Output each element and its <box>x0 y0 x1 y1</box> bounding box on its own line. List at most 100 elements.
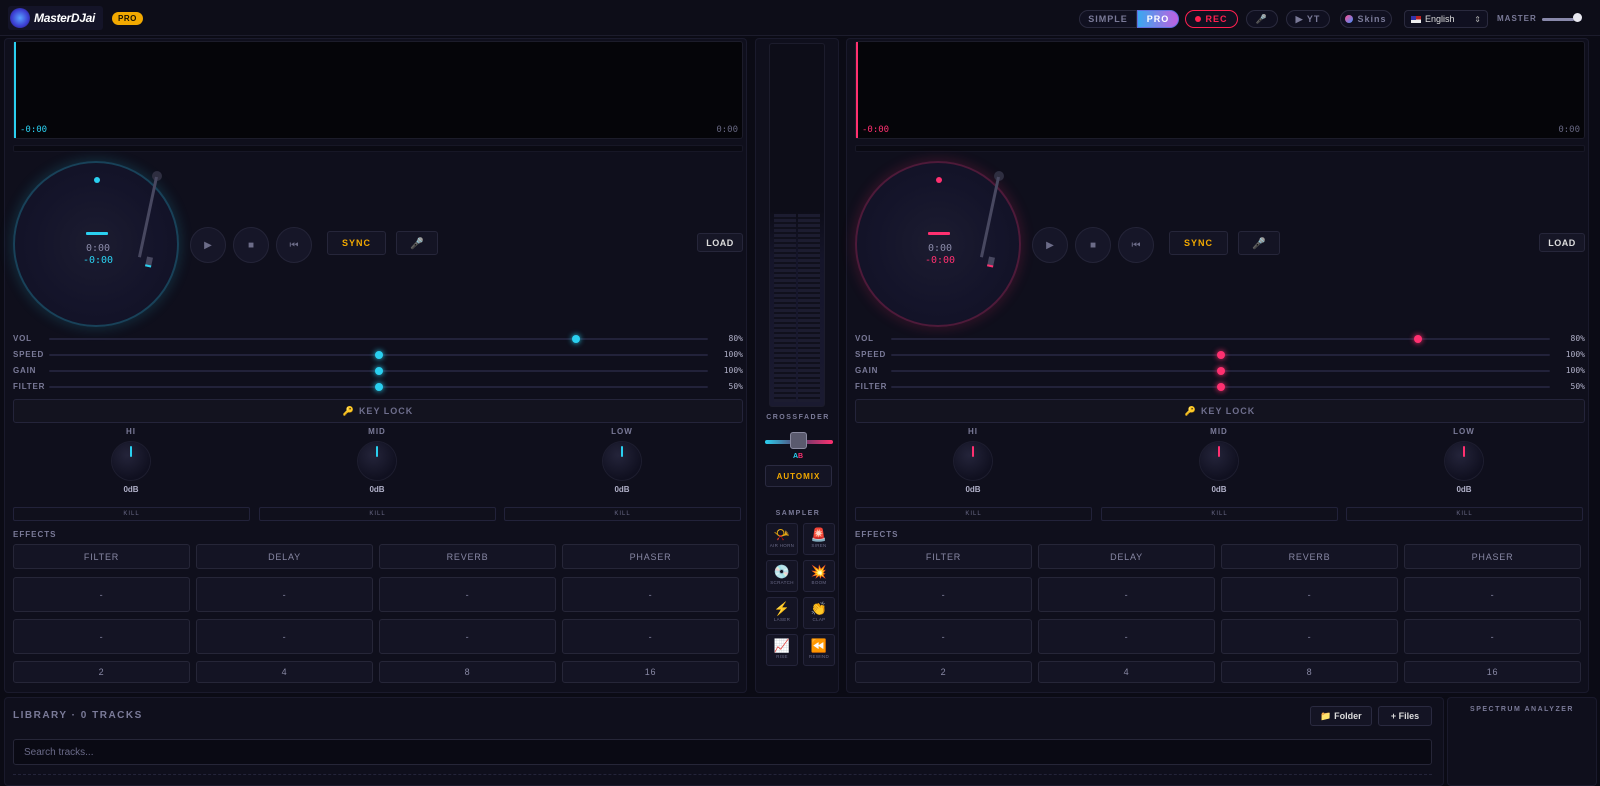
effect-reverb-button[interactable]: REVERB <box>1221 544 1398 569</box>
record-button[interactable]: REC <box>1185 10 1238 28</box>
effect-phaser-button[interactable]: PHASER <box>1404 544 1581 569</box>
youtube-button[interactable]: ▶ YT <box>1286 10 1330 28</box>
effect-slot-row2[interactable]: - <box>196 619 373 654</box>
effect-slot-row2[interactable]: - <box>562 619 739 654</box>
add-folder-button[interactable]: 📁 Folder <box>1310 706 1372 726</box>
effect-slot-row1[interactable]: - <box>855 577 1032 612</box>
sampler-pad-clap[interactable]: 👏 CLAP <box>803 597 835 629</box>
slider-thumb[interactable] <box>1216 351 1225 359</box>
eq-knob[interactable] <box>954 442 992 480</box>
skins-button[interactable]: Skins <box>1340 10 1392 28</box>
beat-length-button[interactable]: 4 <box>196 661 373 683</box>
crossfader-handle[interactable] <box>790 432 807 449</box>
library-drop-zone[interactable] <box>13 774 1432 775</box>
eq-knob[interactable] <box>358 442 396 480</box>
automix-button[interactable]: AUTOMIX <box>765 465 832 487</box>
eq-kill-button[interactable]: KILL <box>1346 507 1583 521</box>
effect-slot-row1[interactable]: - <box>379 577 556 612</box>
slider-track[interactable] <box>891 383 1550 391</box>
waveform-display[interactable]: -0:00 0:00 <box>855 41 1585 139</box>
effect-slot-row1[interactable]: - <box>1038 577 1215 612</box>
beat-length-button[interactable]: 16 <box>1404 661 1581 683</box>
sampler-pad-scratch[interactable]: 💿 SCRATCH <box>766 560 798 592</box>
cue-button[interactable]: ⏮ <box>1118 227 1154 263</box>
eq-kill-button[interactable]: KILL <box>13 507 250 521</box>
slider-track[interactable] <box>49 351 708 359</box>
beat-length-button[interactable]: 8 <box>1221 661 1398 683</box>
slider-track[interactable] <box>891 351 1550 359</box>
effect-slot-row1[interactable]: - <box>196 577 373 612</box>
microphone-button[interactable]: 🎤 <box>1246 10 1278 28</box>
slider-thumb[interactable] <box>374 383 383 391</box>
slider-track[interactable] <box>49 367 708 375</box>
slider-thumb[interactable] <box>1216 383 1225 391</box>
eq-kill-button[interactable]: KILL <box>504 507 741 521</box>
effect-slot-row2[interactable]: - <box>379 619 556 654</box>
track-overview-bar[interactable] <box>13 145 743 152</box>
effect-slot-row2[interactable]: - <box>1038 619 1215 654</box>
sampler-pad-siren[interactable]: 🚨 SIREN <box>803 523 835 555</box>
beat-length-button[interactable]: 8 <box>379 661 556 683</box>
mode-simple-button[interactable]: SIMPLE <box>1079 10 1137 28</box>
beat-length-button[interactable]: 16 <box>562 661 739 683</box>
effect-delay-button[interactable]: DELAY <box>1038 544 1215 569</box>
deck-mic-button[interactable]: 🎤 <box>396 231 438 255</box>
effect-slot-row1[interactable]: - <box>13 577 190 612</box>
play-button[interactable]: ▶ <box>1032 227 1068 263</box>
add-files-button[interactable]: + Files <box>1378 706 1432 726</box>
eq-kill-button[interactable]: KILL <box>1101 507 1338 521</box>
effect-slot-row1[interactable]: - <box>1221 577 1398 612</box>
load-track-button[interactable]: LOAD <box>697 233 743 252</box>
slider-thumb[interactable] <box>572 335 581 343</box>
slider-thumb[interactable] <box>1216 367 1225 375</box>
eq-knob[interactable] <box>1200 442 1238 480</box>
beat-length-button[interactable]: 4 <box>1038 661 1215 683</box>
slider-track[interactable] <box>49 383 708 391</box>
play-button[interactable]: ▶ <box>190 227 226 263</box>
beat-length-button[interactable]: 2 <box>13 661 190 683</box>
slider-track[interactable] <box>891 367 1550 375</box>
effect-slot-row1[interactable]: - <box>562 577 739 612</box>
sync-button[interactable]: SYNC <box>327 231 386 255</box>
deck-mic-button[interactable]: 🎤 <box>1238 231 1280 255</box>
effect-slot-row2[interactable]: - <box>855 619 1032 654</box>
key-lock-button[interactable]: 🔑 KEY LOCK <box>13 399 743 423</box>
slider-thumb[interactable] <box>374 351 383 359</box>
slider-track[interactable] <box>891 335 1550 343</box>
eq-kill-button[interactable]: KILL <box>259 507 496 521</box>
sampler-pad-rise[interactable]: 📈 RISE <box>766 634 798 666</box>
sampler-pad-rewind[interactable]: ⏪ REWIND <box>803 634 835 666</box>
cue-button[interactable]: ⏮ <box>276 227 312 263</box>
key-lock-button[interactable]: 🔑 KEY LOCK <box>855 399 1585 423</box>
sampler-pad-air-horn[interactable]: 📯 AIR HORN <box>766 523 798 555</box>
eq-knob[interactable] <box>1445 442 1483 480</box>
search-input[interactable] <box>13 739 1432 765</box>
effect-reverb-button[interactable]: REVERB <box>379 544 556 569</box>
sync-button[interactable]: SYNC <box>1169 231 1228 255</box>
effect-phaser-button[interactable]: PHASER <box>562 544 739 569</box>
master-volume-thumb[interactable] <box>1573 13 1582 22</box>
stop-button[interactable]: ■ <box>1075 227 1111 263</box>
eq-kill-button[interactable]: KILL <box>855 507 1092 521</box>
slider-thumb[interactable] <box>374 367 383 375</box>
slider-thumb[interactable] <box>1414 335 1423 343</box>
stop-button[interactable]: ■ <box>233 227 269 263</box>
waveform-display[interactable]: -0:00 0:00 <box>13 41 743 139</box>
sampler-pad-boom[interactable]: 💥 BOOM <box>803 560 835 592</box>
effect-filter-button[interactable]: FILTER <box>855 544 1032 569</box>
mode-pro-button[interactable]: PRO <box>1137 10 1179 28</box>
effect-slot-row2[interactable]: - <box>1221 619 1398 654</box>
slider-track[interactable] <box>49 335 708 343</box>
language-select[interactable]: English ⇕ <box>1404 10 1488 28</box>
effect-slot-row2[interactable]: - <box>13 619 190 654</box>
beat-length-button[interactable]: 2 <box>855 661 1032 683</box>
eq-knob[interactable] <box>112 442 150 480</box>
effect-filter-button[interactable]: FILTER <box>13 544 190 569</box>
track-overview-bar[interactable] <box>855 145 1585 152</box>
effect-slot-row2[interactable]: - <box>1404 619 1581 654</box>
eq-knob[interactable] <box>603 442 641 480</box>
sampler-pad-laser[interactable]: ⚡ LASER <box>766 597 798 629</box>
effect-delay-button[interactable]: DELAY <box>196 544 373 569</box>
effect-slot-row1[interactable]: - <box>1404 577 1581 612</box>
load-track-button[interactable]: LOAD <box>1539 233 1585 252</box>
